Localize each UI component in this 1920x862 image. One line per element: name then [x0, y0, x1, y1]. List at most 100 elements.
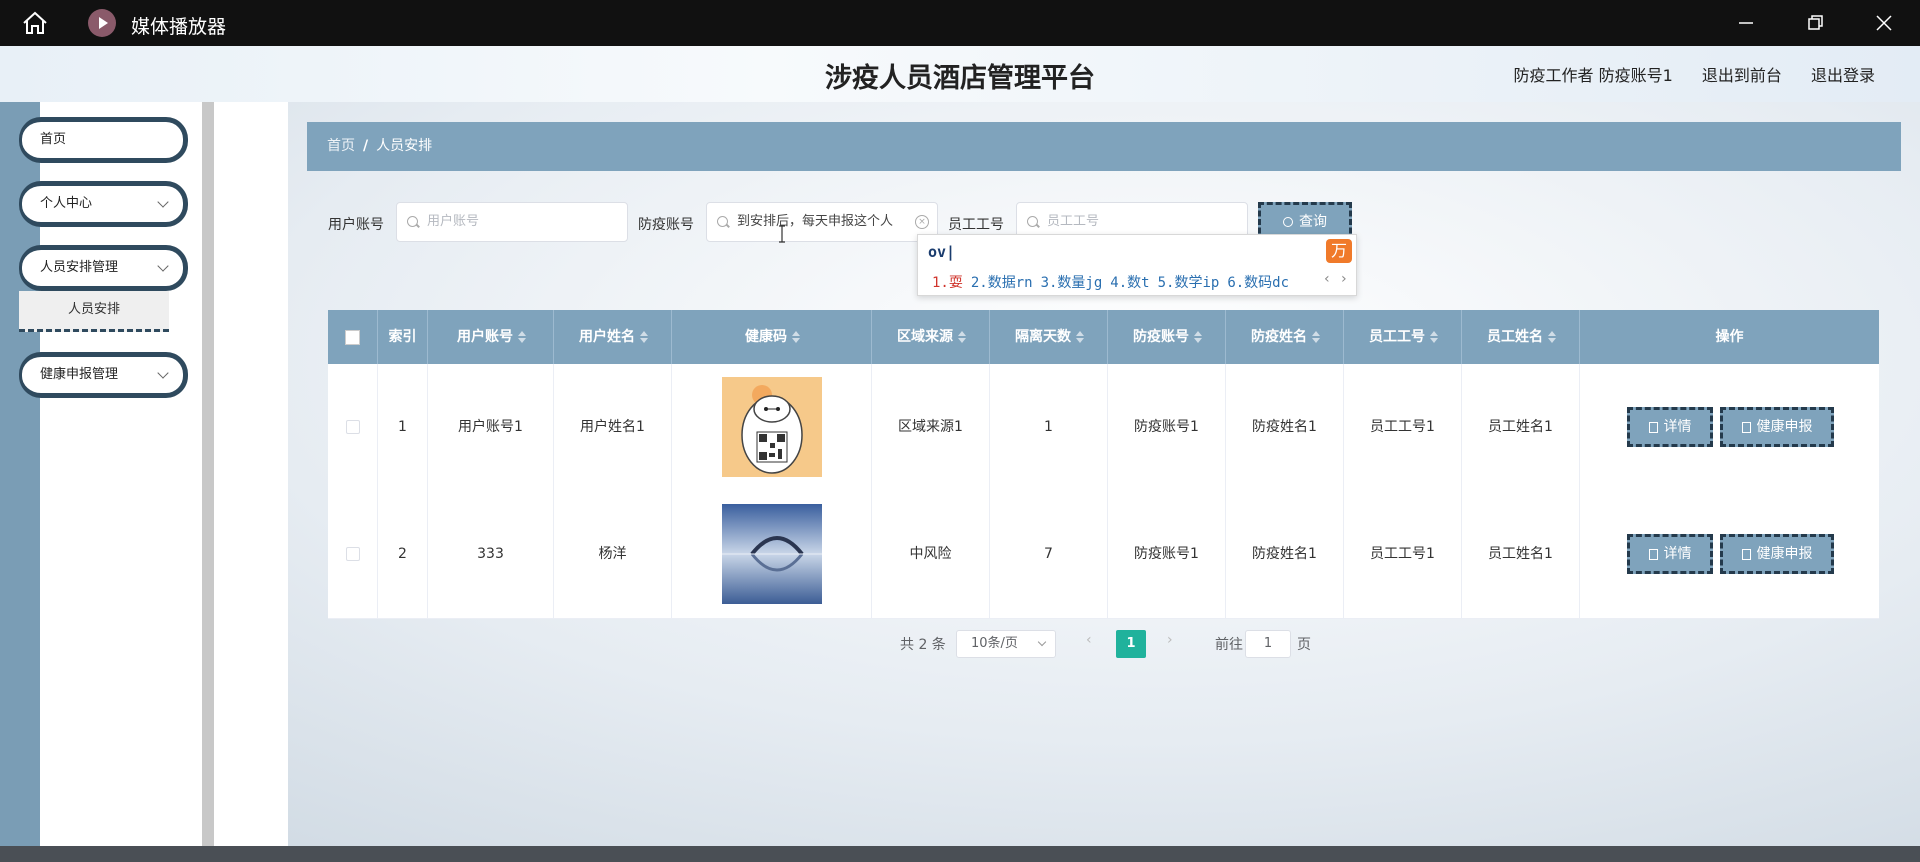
epi-account-input[interactable]: 到安排后，每天申报这个人 × — [706, 202, 938, 242]
user-account-input[interactable]: 用户账号 — [396, 202, 628, 242]
cell-index: 2 — [378, 491, 428, 618]
detail-button[interactable]: 详情 — [1627, 534, 1713, 574]
col-header-staff-id[interactable]: 员工工号 — [1344, 310, 1462, 364]
cell-epi-name: 防疫姓名1 — [1226, 364, 1344, 491]
cell-staff-id: 员工工号1 — [1344, 491, 1462, 618]
detail-label: 详情 — [1663, 546, 1692, 562]
col-header-staff-name[interactable]: 员工姓名 — [1462, 310, 1580, 364]
user-account-placeholder: 用户账号 — [427, 214, 480, 229]
col-header-region[interactable]: 区域来源 — [872, 310, 990, 364]
ime-candidate[interactable]: 6.数码dc — [1227, 275, 1289, 291]
goto-page-input[interactable]: 1 — [1245, 630, 1291, 658]
document-icon — [1741, 421, 1751, 433]
sort-icon[interactable] — [640, 331, 648, 343]
row-select-cell — [328, 364, 378, 491]
content-margin — [214, 102, 288, 846]
ime-page-arrows[interactable]: ‹ › — [1323, 271, 1348, 287]
header-label: 健康码 — [745, 329, 787, 345]
cell-epi-account: 防疫账号1 — [1108, 491, 1226, 618]
cell-staff-name: 员工姓名1 — [1462, 364, 1580, 491]
col-header-days[interactable]: 隔离天数 — [990, 310, 1108, 364]
ime-candidate[interactable]: 3.数量jg — [1041, 275, 1103, 291]
document-icon — [1741, 548, 1751, 560]
chevron-down-icon — [157, 260, 169, 272]
col-header-health-code[interactable]: 健康码 — [672, 310, 872, 364]
next-page-icon[interactable]: › — [1167, 632, 1173, 648]
sort-icon[interactable] — [1076, 331, 1084, 343]
sort-icon[interactable] — [958, 331, 966, 343]
cell-user-account: 333 — [428, 491, 554, 618]
col-header-user-account[interactable]: 用户账号 — [428, 310, 554, 364]
bottom-bar — [0, 846, 1920, 862]
col-header-epi-name[interactable]: 防疫姓名 — [1226, 310, 1344, 364]
close-icon[interactable] — [1869, 8, 1899, 38]
sidebar-item-label: 人员安排管理 — [40, 260, 119, 275]
page-size-select[interactable]: 10条/页 — [956, 630, 1056, 658]
ime-candidate[interactable]: 4.数t — [1110, 275, 1149, 291]
window-titlebar: 媒体播放器 — [0, 0, 1920, 46]
sidebar-item-home[interactable]: 首页 — [19, 117, 188, 163]
sort-icon[interactable] — [518, 331, 526, 343]
breadcrumb: 首页 / 人员安排 — [307, 122, 1901, 171]
table-header: 索引 用户账号 用户姓名 健康码 区域来源 隔离天数 防疫账号 防疫姓名 员工工… — [328, 310, 1879, 364]
sort-icon[interactable] — [1548, 331, 1556, 343]
cell-region: 中风险 — [872, 491, 990, 618]
cell-epi-account: 防疫账号1 — [1108, 364, 1226, 491]
sidebar-item-label: 健康申报管理 — [40, 367, 119, 382]
health-code-image[interactable] — [722, 504, 822, 604]
sidebar-item-health-report[interactable]: 健康申报管理 — [19, 352, 188, 398]
health-report-button[interactable]: 健康申报 — [1720, 534, 1834, 574]
breadcrumb-home[interactable]: 首页 — [327, 138, 355, 154]
detail-button[interactable]: 详情 — [1627, 407, 1713, 447]
sidebar-item-staff-arrangement[interactable]: 人员安排管理 — [19, 245, 188, 291]
staff-id-label: 员工工号 — [948, 217, 1004, 233]
ime-logo-icon: 万 — [1326, 239, 1352, 263]
ime-candidate-popup: ov| 万 1.耍 2.数据rn 3.数量jg 4.数t 5.数学ip 6.数码dc ‹ … — [917, 234, 1357, 296]
page-size-value: 10条/页 — [971, 636, 1018, 651]
cell-health-code — [672, 364, 872, 491]
table-row: 1 用户账号1 用户姓名1 区域来源1 1 防疫账号1 防疫姓名1 员工工号1 … — [328, 364, 1879, 492]
col-header-epi-account[interactable]: 防疫账号 — [1108, 310, 1226, 364]
ime-candidate[interactable]: 2.数据rn — [971, 275, 1033, 291]
cell-actions: 详情 健康申报 — [1580, 364, 1879, 491]
header-label: 员工工号 — [1369, 329, 1425, 345]
document-icon — [1648, 421, 1658, 433]
search-icon — [717, 216, 728, 227]
row-checkbox[interactable] — [345, 547, 360, 561]
col-header-user-name[interactable]: 用户姓名 — [554, 310, 672, 364]
minimize-icon[interactable] — [1731, 8, 1761, 38]
front-link[interactable]: 退出到前台 — [1702, 66, 1782, 85]
sort-icon[interactable] — [1194, 331, 1202, 343]
page-suffix: 页 — [1297, 637, 1311, 653]
header-label: 区域来源 — [897, 329, 953, 345]
restore-icon[interactable] — [1800, 8, 1830, 38]
ime-candidate[interactable]: 5.数学ip — [1158, 275, 1220, 291]
ime-composition: ov| — [928, 243, 956, 261]
sidebar-item-label: 个人中心 — [40, 196, 93, 211]
logout-link[interactable]: 退出登录 — [1811, 66, 1875, 85]
cell-days: 1 — [990, 364, 1108, 491]
cell-epi-name: 防疫姓名1 — [1226, 491, 1344, 618]
health-report-button[interactable]: 健康申报 — [1720, 407, 1834, 447]
row-checkbox[interactable] — [345, 420, 360, 434]
prev-page-icon[interactable]: ‹ — [1086, 632, 1092, 648]
page-number-current[interactable]: 1 — [1116, 630, 1146, 658]
sidebar-item-personal-center[interactable]: 个人中心 — [19, 181, 188, 227]
sort-icon[interactable] — [792, 331, 800, 343]
ime-candidates: 1.耍 2.数据rn 3.数量jg 4.数t 5.数学ip 6.数码dc — [932, 272, 1297, 292]
col-header-index: 索引 — [378, 310, 428, 364]
health-code-image[interactable] — [722, 377, 822, 477]
ime-candidate[interactable]: 1.耍 — [932, 275, 963, 291]
select-all-checkbox[interactable] — [345, 329, 360, 345]
cell-user-name: 杨洋 — [554, 491, 672, 618]
cell-actions: 详情 健康申报 — [1580, 491, 1879, 618]
media-player-icon — [88, 9, 116, 37]
sort-icon[interactable] — [1430, 331, 1438, 343]
clear-icon[interactable]: × — [915, 215, 929, 229]
user-account-label: 用户账号 — [328, 217, 384, 233]
home-icon[interactable] — [22, 11, 48, 35]
submenu-item-arrangement[interactable]: 人员安排 — [19, 291, 169, 332]
current-user: 防疫工作者 防疫账号1 — [1513, 66, 1673, 85]
sort-icon[interactable] — [1312, 331, 1320, 343]
window-title: 媒体播放器 — [131, 16, 227, 38]
